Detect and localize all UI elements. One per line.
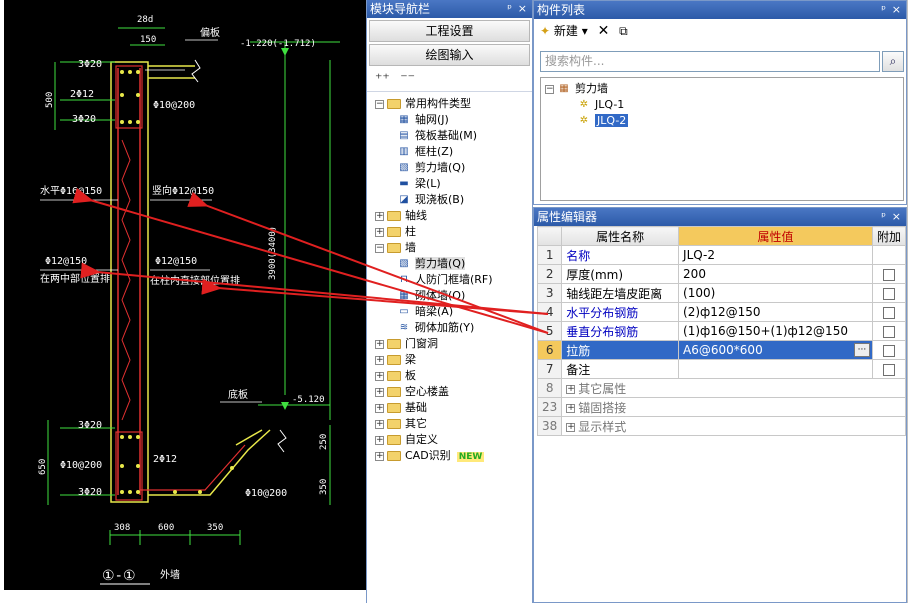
arrow-horizontal-bar bbox=[72, 187, 549, 334]
annotation-arrows bbox=[72, 187, 549, 334]
arrow-dist-left bbox=[80, 262, 549, 315]
arrow-vertical-bar bbox=[187, 191, 549, 334]
